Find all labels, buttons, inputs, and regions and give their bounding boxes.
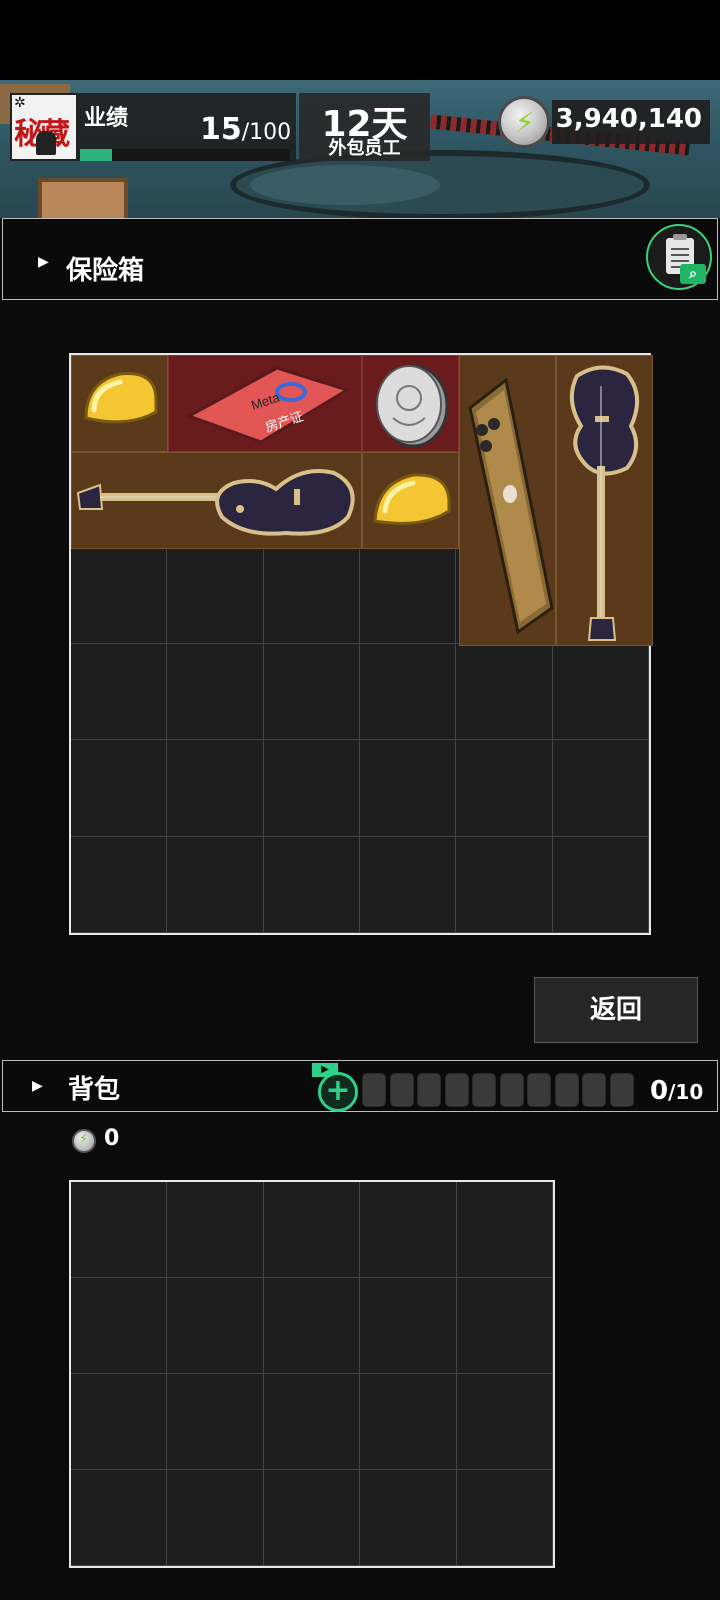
banner-decoration — [250, 165, 440, 205]
capacity-slot — [362, 1073, 386, 1107]
avatar-figure — [36, 131, 56, 155]
grid-cell[interactable] — [360, 1470, 457, 1566]
smartphone-item[interactable] — [459, 355, 556, 646]
grid-cell[interactable] — [71, 836, 168, 933]
backpack-title: 背包 — [68, 1075, 121, 1105]
player-avatar[interactable]: ✲ 秘藏 — [10, 93, 78, 161]
meta-property-card-item[interactable]: Meta 房产证 — [168, 355, 362, 452]
capacity-slot — [444, 1073, 469, 1107]
guitar-icon — [569, 365, 639, 641]
days-panel: 12天 外包员工 — [299, 93, 430, 161]
grid-cell[interactable] — [263, 1374, 361, 1470]
grid-cell[interactable] — [167, 1278, 264, 1374]
capacity-slot — [582, 1073, 606, 1107]
capacity-slot — [417, 1073, 441, 1107]
grid-cell[interactable] — [167, 1470, 264, 1566]
capacity-slot — [527, 1073, 551, 1107]
inspect-clipboard-button[interactable]: ⌕ — [646, 224, 712, 290]
performance-progress-fill — [80, 149, 112, 161]
grid-cell[interactable] — [167, 644, 264, 741]
grid-cell[interactable] — [71, 740, 168, 837]
backpack-coin-count: 0 — [104, 1126, 120, 1151]
property-certificate-icon: Meta 房产证 — [185, 366, 351, 444]
grid-cell[interactable] — [71, 644, 168, 741]
grid-cell[interactable] — [360, 1374, 457, 1470]
backpack-grid[interactable] — [69, 1180, 555, 1568]
add-slot-button[interactable]: + — [318, 1072, 358, 1112]
grid-cell[interactable] — [263, 1278, 361, 1374]
grid-cell[interactable] — [456, 1182, 553, 1278]
safe-title: 保险箱 — [66, 256, 145, 286]
cheese-icon — [84, 372, 158, 424]
cheese-icon — [373, 473, 451, 525]
grid-cell[interactable] — [456, 1374, 553, 1470]
lightning-icon: ⚡ — [515, 106, 535, 139]
grid-cell[interactable] — [263, 740, 360, 837]
cheese-item[interactable] — [71, 355, 168, 452]
grid-cell[interactable] — [552, 836, 649, 933]
capacity-total: /10 — [668, 1080, 704, 1104]
grid-cell[interactable] — [167, 740, 264, 837]
performance-progress-bar — [80, 149, 290, 161]
grid-cell[interactable] — [71, 1182, 168, 1278]
currency-coin-icon: ⚡ — [498, 96, 550, 148]
search-icon: ⌕ — [680, 264, 706, 284]
electric-guitar-horizontal-item[interactable] — [71, 452, 362, 549]
electric-guitar-vertical-item[interactable] — [556, 355, 653, 646]
grid-cell[interactable] — [456, 1278, 553, 1374]
grid-cell[interactable] — [456, 644, 553, 741]
grid-cell[interactable] — [263, 1470, 361, 1566]
clipboard-lines — [671, 248, 689, 250]
guitar-icon — [76, 469, 355, 536]
smartphone-icon — [468, 377, 554, 635]
grid-cell[interactable] — [71, 1278, 168, 1374]
currency-amount: 3,940,140 — [555, 104, 702, 134]
grid-cell[interactable] — [360, 836, 457, 933]
grid-cell[interactable] — [71, 1470, 168, 1566]
performance-current: 15 — [200, 112, 242, 147]
silver-coin-item[interactable] — [362, 355, 459, 452]
currency-panel: 3,940,140 — [552, 100, 710, 144]
performance-label: 业绩 — [84, 106, 129, 131]
coin-icon — [72, 1129, 96, 1153]
grid-cell[interactable] — [71, 1374, 168, 1470]
capacity-slot — [554, 1073, 579, 1107]
grid-cell[interactable] — [167, 547, 264, 644]
backpack-capacity: 0/10 — [650, 1076, 703, 1106]
grid-cell[interactable] — [552, 644, 649, 741]
backpack-capacity-slots — [362, 1073, 634, 1107]
performance-count: 15/100 — [200, 112, 291, 147]
grid-cell[interactable] — [360, 1182, 457, 1278]
grid-cell[interactable] — [456, 1470, 553, 1566]
cheese-item-2[interactable] — [362, 452, 459, 549]
grid-cell[interactable] — [552, 740, 649, 837]
grid-cell[interactable] — [456, 836, 553, 933]
grid-cell[interactable] — [167, 836, 264, 933]
expand-triangle-icon[interactable]: ▶ — [38, 254, 49, 270]
status-bar — [0, 0, 720, 80]
expand-triangle-icon[interactable]: ▶ — [32, 1078, 43, 1094]
grid-cell[interactable] — [360, 740, 457, 837]
grid-cell[interactable] — [71, 547, 168, 644]
grid-cell[interactable] — [167, 1374, 264, 1470]
grid-cell[interactable] — [263, 836, 360, 933]
crate-decoration — [38, 178, 128, 218]
capacity-slot — [499, 1073, 524, 1107]
capacity-slot — [389, 1073, 414, 1107]
performance-total: /100 — [241, 120, 292, 145]
grid-cell[interactable] — [167, 1182, 264, 1278]
grid-cell[interactable] — [263, 547, 360, 644]
grid-cell[interactable] — [360, 1278, 457, 1374]
capacity-slot — [609, 1073, 634, 1107]
grid-cell[interactable] — [360, 644, 457, 741]
grid-cell[interactable] — [263, 644, 360, 741]
employee-role: 外包员工 — [328, 138, 401, 159]
back-button[interactable]: 返回 — [534, 977, 698, 1043]
grid-cell[interactable] — [456, 740, 553, 837]
grid-cell[interactable] — [263, 1182, 361, 1278]
capacity-used: 0 — [650, 1076, 669, 1106]
silver-coin-icon — [376, 364, 449, 448]
capacity-slot — [472, 1073, 496, 1107]
grid-cell[interactable] — [360, 547, 457, 644]
